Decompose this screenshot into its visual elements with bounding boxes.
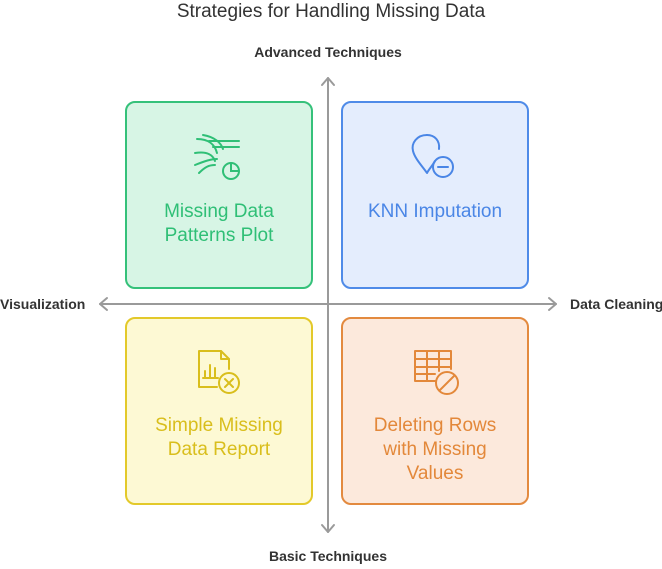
table-block-icon xyxy=(414,350,459,395)
quadrant-deleting-rows-with-missing-values: Deleting Rows with Missing Values xyxy=(341,317,529,505)
label-line: Patterns Plot xyxy=(164,225,274,246)
label-line: with Missing xyxy=(383,439,487,460)
wind-chart-icon xyxy=(194,134,240,180)
axis-label-top: Advanced Techniques xyxy=(254,44,402,60)
location-pin-minus-icon xyxy=(411,134,454,178)
quadrant-knn-imputation: KNN Imputation xyxy=(341,101,529,289)
label-line: Missing Data xyxy=(164,201,274,222)
report-x-icon xyxy=(198,350,240,394)
axis-label-left: Visualization xyxy=(0,296,86,312)
quadrant-simple-missing-data-report: Simple Missing Data Report xyxy=(125,317,313,505)
axis-label-bottom: Basic Techniques xyxy=(268,548,387,564)
axis-label-right: Data Cleaning xyxy=(570,296,662,312)
label-line: Deleting Rows xyxy=(373,415,497,436)
quadrant-missing-data-patterns-plot: Missing Data Patterns Plot xyxy=(125,101,313,289)
axes xyxy=(99,77,557,533)
label-line: Data Report xyxy=(167,439,271,460)
label-line: Simple Missing xyxy=(155,415,283,436)
label-line: KNN Imputation xyxy=(367,201,503,222)
label-line: Values xyxy=(406,463,464,484)
